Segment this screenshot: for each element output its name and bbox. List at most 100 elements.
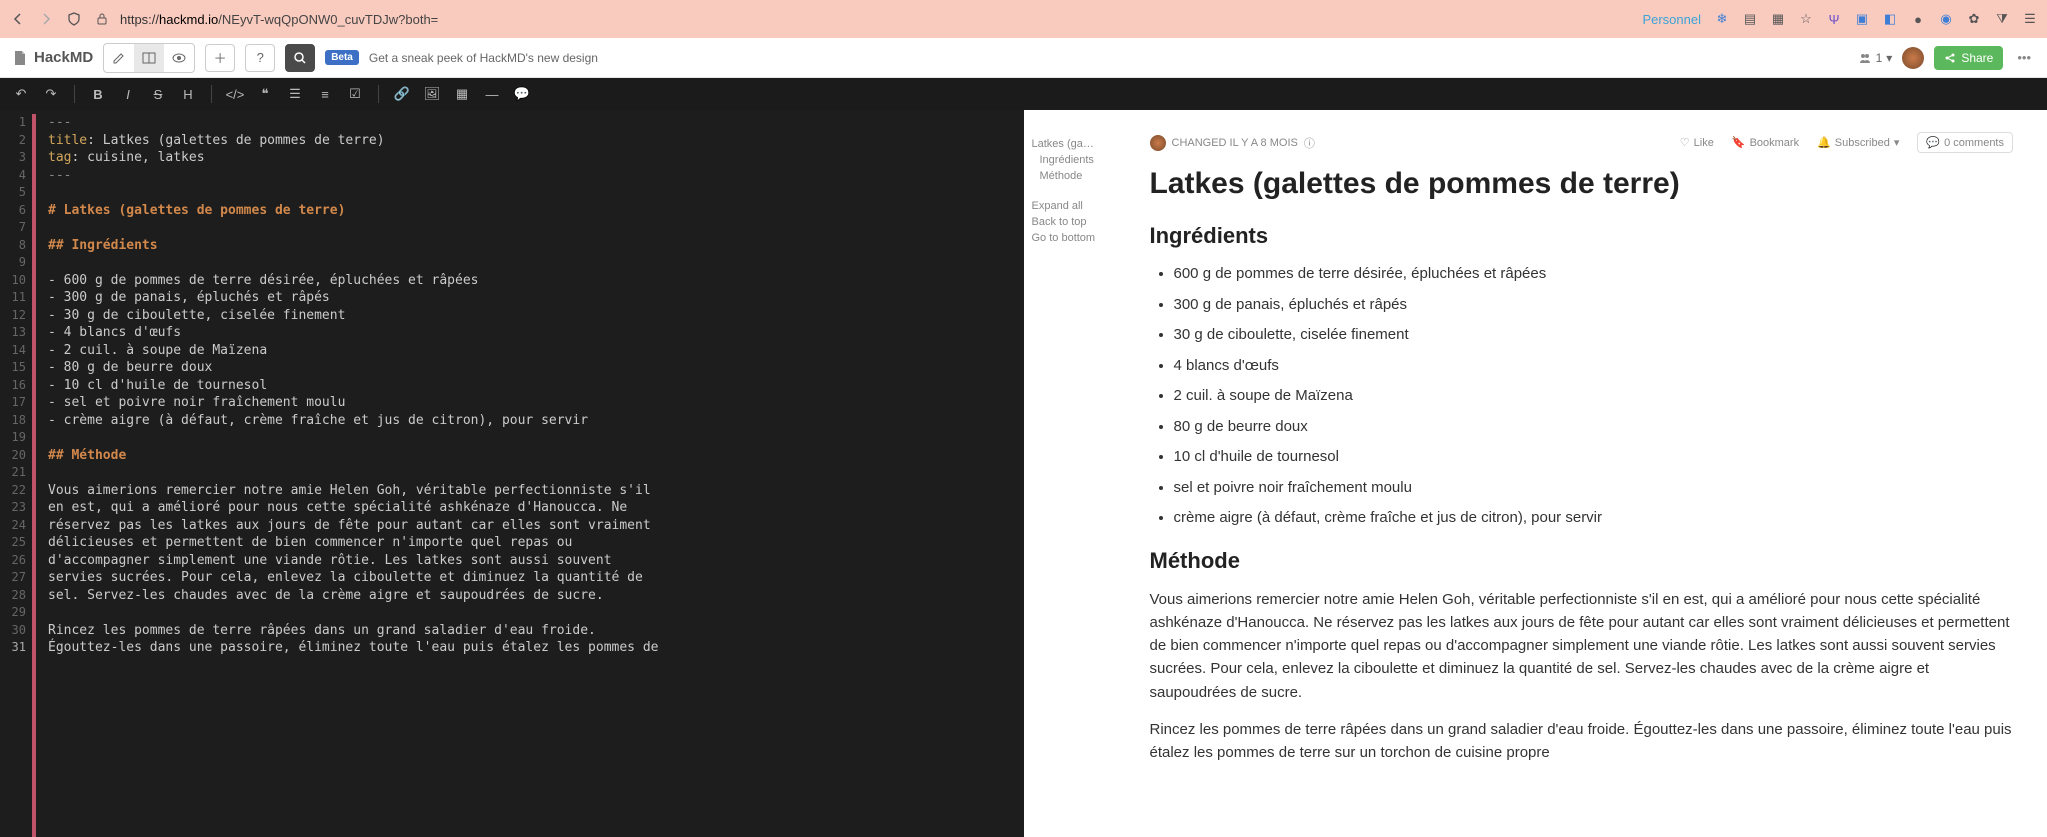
code-area[interactable]: ---title: Latkes (galettes de pommes de … (38, 110, 1024, 837)
ul-button[interactable]: ☰ (282, 81, 308, 107)
preview-h1: Latkes (galettes de pommes de terre) (1150, 167, 2014, 201)
logo[interactable]: HackMD (12, 49, 93, 66)
online-users[interactable]: 1 ▾ (1858, 51, 1893, 65)
code-line[interactable]: --- (48, 167, 1014, 185)
code-line[interactable]: réservez pas les latkes aux jours de fêt… (48, 517, 1014, 535)
info-icon[interactable]: ⓘ (1304, 135, 1315, 151)
table-button[interactable]: ▦ (449, 81, 475, 107)
like-button[interactable]: ♡ Like (1680, 136, 1714, 149)
code-line[interactable]: ## Ingrédients (48, 237, 1014, 255)
go-to-bottom[interactable]: Go to bottom (1032, 232, 1108, 244)
code-line[interactable]: en est, qui a amélioré pour nous cette s… (48, 499, 1014, 517)
code-line[interactable]: --- (48, 114, 1014, 132)
gear-icon[interactable]: ✿ (1965, 10, 1983, 28)
code-line[interactable]: - sel et poivre noir fraîchement moulu (48, 394, 1014, 412)
share-button[interactable]: Share (1934, 46, 2003, 70)
outline-item[interactable]: Latkes (ga… (1032, 138, 1108, 150)
forward-button[interactable] (36, 9, 56, 29)
code-line[interactable]: title: Latkes (galettes de pommes de ter… (48, 132, 1014, 150)
code-line[interactable]: Égouttez-les dans une passoire, éliminez… (48, 639, 1014, 657)
redo-button[interactable]: ↷ (38, 81, 64, 107)
code-line[interactable]: - 600 g de pommes de terre désirée, éplu… (48, 272, 1014, 290)
code-line[interactable]: tag: cuisine, latkes (48, 149, 1014, 167)
url-bar[interactable]: https://hackmd.io/NEyvT-wqQpONW0_cuvTDJw… (120, 12, 438, 27)
editor-pane[interactable]: 1234567891011121314151617181920212223242… (0, 110, 1024, 837)
bold-button[interactable]: B (85, 81, 111, 107)
hamburger-icon[interactable]: ☰ (2021, 10, 2039, 28)
checklist-button[interactable]: ☑ (342, 81, 368, 107)
code-line[interactable] (48, 254, 1014, 272)
lock-icon[interactable] (92, 9, 112, 29)
expand-all[interactable]: Expand all (1032, 200, 1108, 212)
outline-item[interactable]: Ingrédients (1032, 154, 1108, 166)
subscribed-button[interactable]: 🔔 Subscribed ▾ (1817, 136, 1899, 149)
comments-button[interactable]: 💬 0 comments (1917, 132, 2013, 153)
preview-pane: CHANGED IL Y A 8 MOIS ⓘ ♡ Like 🔖 Bookmar… (1116, 110, 2047, 837)
extension-icon[interactable]: ● (1909, 10, 1927, 28)
promo-text[interactable]: Get a sneak peek of HackMD's new design (369, 51, 598, 65)
quote-button[interactable]: ❝ (252, 81, 278, 107)
outline-item[interactable]: Méthode (1032, 170, 1108, 182)
extension-icon[interactable]: ❄ (1713, 10, 1731, 28)
code-line[interactable]: d'accompagner simplement une viande rôti… (48, 552, 1014, 570)
code-line[interactable] (48, 429, 1014, 447)
image-button[interactable]: 🖼 (419, 81, 445, 107)
link-button[interactable]: 🔗 (389, 81, 415, 107)
code-line[interactable]: - 30 g de ciboulette, ciselée finement (48, 307, 1014, 325)
code-line[interactable]: servies sucrées. Pour cela, enlevez la c… (48, 569, 1014, 587)
edit-mode-button[interactable] (104, 44, 134, 72)
code-line[interactable]: sel. Servez-les chaudes avec de la crème… (48, 587, 1014, 605)
more-menu[interactable]: ••• (2013, 50, 2035, 65)
italic-button[interactable]: I (115, 81, 141, 107)
hr-button[interactable]: — (479, 81, 505, 107)
help-button[interactable]: ? (245, 44, 275, 72)
code-line[interactable]: Vous aimerions remercier notre amie Hele… (48, 482, 1014, 500)
code-line[interactable]: # Latkes (galettes de pommes de terre) (48, 202, 1014, 220)
extension-icon[interactable]: Ψ (1825, 10, 1843, 28)
view-mode-button[interactable] (164, 44, 194, 72)
code-line[interactable]: Rincez les pommes de terre râpées dans u… (48, 622, 1014, 640)
extension-icon[interactable]: ◉ (1937, 10, 1955, 28)
extension-icon[interactable]: ▣ (1853, 10, 1871, 28)
star-icon[interactable]: ☆ (1797, 10, 1815, 28)
personnel-label[interactable]: Personnel (1642, 12, 1701, 27)
back-button[interactable] (8, 9, 28, 29)
ol-button[interactable]: ≡ (312, 81, 338, 107)
list-item: 80 g de beurre doux (1174, 416, 2014, 439)
code-line[interactable] (48, 604, 1014, 622)
code-line[interactable]: - 80 g de beurre doux (48, 359, 1014, 377)
shield-icon[interactable] (64, 9, 84, 29)
both-mode-button[interactable] (134, 44, 164, 72)
code-line[interactable]: - crème aigre (à défaut, crème fraîche e… (48, 412, 1014, 430)
add-button[interactable]: ＋ (205, 44, 235, 72)
preview-wrap: Latkes (ga… Ingrédients Méthode Expand a… (1024, 110, 2047, 837)
reader-icon[interactable]: ▤ (1741, 10, 1759, 28)
browser-bar: https://hackmd.io/NEyvT-wqQpONW0_cuvTDJw… (0, 0, 2047, 38)
code-line[interactable]: - 300 g de panais, épluchés et râpés (48, 289, 1014, 307)
apps-icon[interactable]: ▦ (1769, 10, 1787, 28)
changed-label: CHANGED IL Y A 8 MOIS (1172, 137, 1298, 149)
code-line[interactable] (48, 464, 1014, 482)
extensions-icon[interactable]: ⧩ (1993, 10, 2011, 28)
search-button[interactable] (285, 44, 315, 72)
avatar[interactable] (1902, 47, 1924, 69)
comment-button[interactable]: 💬 (509, 81, 535, 107)
code-line[interactable]: - 4 blancs d'œufs (48, 324, 1014, 342)
back-to-top[interactable]: Back to top (1032, 216, 1108, 228)
list-item: crème aigre (à défaut, crème fraîche et … (1174, 507, 2014, 530)
line-gutter: 1234567891011121314151617181920212223242… (0, 110, 32, 837)
strike-button[interactable]: S (145, 81, 171, 107)
code-line[interactable]: délicieuses et permettent de bien commen… (48, 534, 1014, 552)
code-line[interactable] (48, 184, 1014, 202)
bookmark-button[interactable]: 🔖 Bookmark (1732, 136, 1799, 149)
code-line[interactable] (48, 219, 1014, 237)
extension-icon[interactable]: ◧ (1881, 10, 1899, 28)
editor-toolbar: ↶ ↷ B I S H </> ❝ ☰ ≡ ☑ 🔗 🖼 ▦ — 💬 (0, 78, 2047, 110)
code-line[interactable]: ## Méthode (48, 447, 1014, 465)
undo-button[interactable]: ↶ (8, 81, 34, 107)
code-line[interactable]: - 2 cuil. à soupe de Maïzena (48, 342, 1014, 360)
preview-h2: Méthode (1150, 548, 2014, 574)
heading-button[interactable]: H (175, 81, 201, 107)
code-button[interactable]: </> (222, 81, 248, 107)
code-line[interactable]: - 10 cl d'huile de tournesol (48, 377, 1014, 395)
